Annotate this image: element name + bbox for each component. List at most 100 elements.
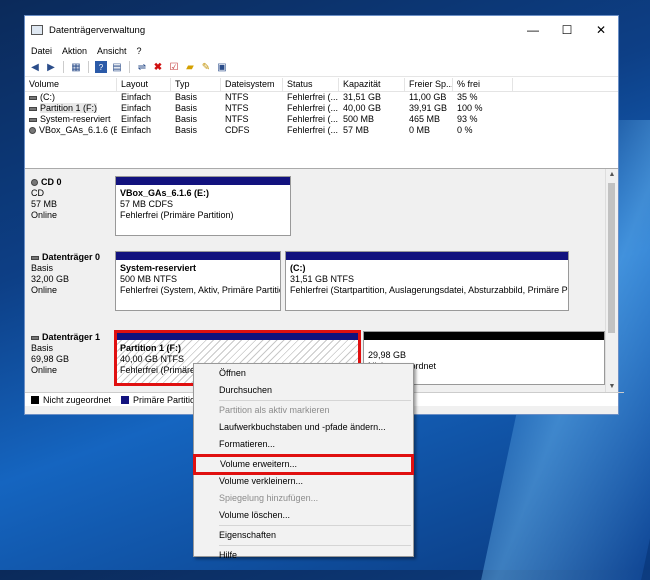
menu-item-volume-erweitern[interactable]: Volume erweitern...	[193, 454, 414, 475]
primary-partition-bar	[286, 252, 568, 260]
unallocated-size: 29,98 GB	[368, 350, 407, 360]
volume-cell: Partition 1 (F:)	[25, 103, 117, 114]
legend-label-unallocated: Nicht zugeordnet	[43, 395, 112, 405]
partition-c[interactable]: (C:) 31,51 GB NTFS Fehlerfrei (Startpart…	[285, 251, 569, 311]
delete-icon[interactable]: ✖	[152, 61, 164, 73]
volume-list-header: Volume Layout Typ Dateisystem Status Kap…	[25, 78, 618, 92]
cd-icon	[31, 179, 38, 187]
prozent-frei-cell: 35 %	[457, 92, 478, 102]
toolbar-separator	[63, 61, 64, 73]
menu-help[interactable]: ?	[137, 46, 142, 56]
table-row[interactable]: VBox_GAs_6.1.6 (E:) Einfach Basis CDFS F…	[25, 125, 618, 136]
layout-cell: Einfach	[121, 103, 152, 113]
toolbar: ◀ ▶ ▦ ? ▤ ⇌ ✖ ☑ ▰ ✎ ▣	[25, 58, 618, 77]
freier-speicher-cell: 0 MB	[409, 125, 431, 135]
menu-item-partition-aktiv: Partition als aktiv markieren	[219, 405, 330, 415]
window-title: Datenträgerverwaltung	[49, 24, 146, 36]
menu-item-durchsuchen[interactable]: Durchsuchen	[194, 382, 413, 399]
partition-name: System-reserviert	[120, 263, 197, 273]
toolbar-separator	[88, 61, 89, 73]
check-icon[interactable]: ☑	[168, 61, 180, 73]
scroll-up-arrow-icon[interactable]: ▲	[606, 169, 618, 181]
volume-cell: VBox_GAs_6.1.6 (E:)	[25, 125, 117, 136]
settings-icon[interactable]: ▣	[216, 61, 228, 73]
column-header-prozent-frei[interactable]: % frei	[453, 78, 513, 91]
disk-type: Basis	[31, 263, 54, 273]
disk-name: Datenträger 1	[42, 332, 101, 342]
table-row[interactable]: Partition 1 (F:) Einfach Basis NTFS Fehl…	[25, 103, 618, 114]
vertical-scrollbar[interactable]: ▲ ▼	[605, 169, 618, 393]
drive-icon	[29, 106, 37, 111]
disk-icon	[31, 335, 39, 340]
volume-name: Partition 1 (F:)	[40, 103, 98, 113]
list-icon[interactable]: ▤	[111, 61, 123, 73]
menu-ansicht[interactable]: Ansicht	[97, 46, 127, 56]
column-header-layout[interactable]: Layout	[117, 78, 171, 91]
column-header-freier-speicher[interactable]: Freier Sp...	[405, 78, 453, 91]
table-row[interactable]: (C:) Einfach Basis NTFS Fehlerfrei (... …	[25, 92, 618, 103]
menu-datei[interactable]: Datei	[31, 46, 52, 56]
menu-item-volume-loeschen[interactable]: Volume löschen...	[194, 507, 413, 524]
new-icon[interactable]: ✎	[200, 61, 212, 73]
disk-icon	[31, 255, 39, 260]
menu-item-oeffnen[interactable]: Öffnen	[194, 365, 413, 382]
column-header-dateisystem[interactable]: Dateisystem	[221, 78, 283, 91]
disk-size: 32,00 GB	[31, 274, 70, 284]
status-cell: Fehlerfrei (...	[287, 92, 339, 102]
menu-separator	[219, 454, 411, 455]
column-header-typ[interactable]: Typ	[171, 78, 221, 91]
table-row[interactable]: System-reserviert Einfach Basis NTFS Feh…	[25, 114, 618, 125]
typ-cell: Basis	[175, 114, 198, 124]
disk-row-cd0[interactable]: CD 0 CD 57 MB Online VBox_GAs_6.1.6 (E:)…	[25, 174, 606, 242]
disk-size: 69,98 GB	[31, 354, 70, 364]
help-icon[interactable]: ?	[95, 61, 107, 73]
menu-bar: Datei Aktion Ansicht ?	[25, 44, 618, 58]
freier-speicher-cell: 465 MB	[409, 114, 441, 124]
disk-label: CD 0 CD 57 MB Online	[25, 174, 111, 242]
drive-icon	[29, 95, 37, 100]
menu-item-laufwerkbuchstaben[interactable]: Laufwerkbuchstaben und -pfade ändern...	[194, 419, 413, 436]
open-icon[interactable]: ▰	[184, 61, 196, 73]
scrollbar-thumb[interactable]	[608, 183, 615, 333]
forward-arrow-icon[interactable]: ▶	[45, 61, 57, 73]
window-controls: — ☐ ✕	[516, 16, 618, 44]
partition-size: 57 MB CDFS	[120, 199, 174, 209]
close-button[interactable]: ✕	[584, 16, 618, 44]
legend-label-primary: Primäre Partition	[133, 395, 201, 405]
partition-status: Fehlerfrei (Startpartition, Auslagerungs…	[290, 285, 568, 295]
status-cell: Fehlerfrei (...	[287, 125, 339, 135]
disk-name: CD 0	[41, 177, 62, 187]
layout-cell: Einfach	[121, 114, 152, 124]
column-header-status[interactable]: Status	[283, 78, 339, 91]
volume-list: Volume Layout Typ Dateisystem Status Kap…	[25, 78, 618, 178]
partition-system-reserviert[interactable]: System-reserviert 500 MB NTFS Fehlerfrei…	[115, 251, 281, 311]
kapazitaet-cell: 500 MB	[343, 114, 375, 124]
disk-management-window: Datenträgerverwaltung — ☐ ✕ Datei Aktion…	[24, 15, 624, 415]
disk-size: 57 MB	[31, 199, 58, 209]
disk-name: Datenträger 0	[42, 252, 101, 262]
volume-name: System-reserviert	[40, 114, 111, 124]
menu-separator	[219, 525, 411, 526]
column-header-kapazitaet[interactable]: Kapazität	[339, 78, 405, 91]
menu-item-volume-verkleinern[interactable]: Volume verkleinern...	[194, 473, 413, 490]
minimize-button[interactable]: —	[516, 16, 550, 44]
properties-icon[interactable]: ▦	[70, 61, 82, 73]
context-menu: Öffnen Durchsuchen Partition als aktiv m…	[193, 363, 414, 560]
partition-vbox[interactable]: VBox_GAs_6.1.6 (E:) 57 MB CDFS Fehlerfre…	[115, 176, 291, 236]
unallocated-bar	[364, 332, 604, 340]
toolbar-separator	[129, 61, 130, 73]
menu-aktion[interactable]: Aktion	[62, 46, 87, 56]
title-bar[interactable]: Datenträgerverwaltung — ☐ ✕	[25, 16, 618, 44]
menu-item-spiegelung: Spiegelung hinzufügen...	[219, 493, 319, 503]
maximize-button[interactable]: ☐	[550, 16, 584, 44]
menu-item-hilfe[interactable]: Hilfe	[194, 547, 413, 564]
column-header-volume[interactable]: Volume	[25, 78, 117, 91]
menu-item-eigenschaften[interactable]: Eigenschaften	[194, 527, 413, 544]
volume-name: VBox_GAs_6.1.6 (E:)	[39, 125, 117, 135]
disk-type: Basis	[31, 343, 54, 353]
menu-item-formatieren[interactable]: Formatieren...	[194, 436, 413, 453]
disk-row-datentraeger-0[interactable]: Datenträger 0 Basis 32,00 GB Online Syst…	[25, 249, 606, 315]
back-arrow-icon[interactable]: ◀	[29, 61, 41, 73]
connect-icon[interactable]: ⇌	[136, 61, 148, 73]
typ-cell: Basis	[175, 92, 198, 102]
